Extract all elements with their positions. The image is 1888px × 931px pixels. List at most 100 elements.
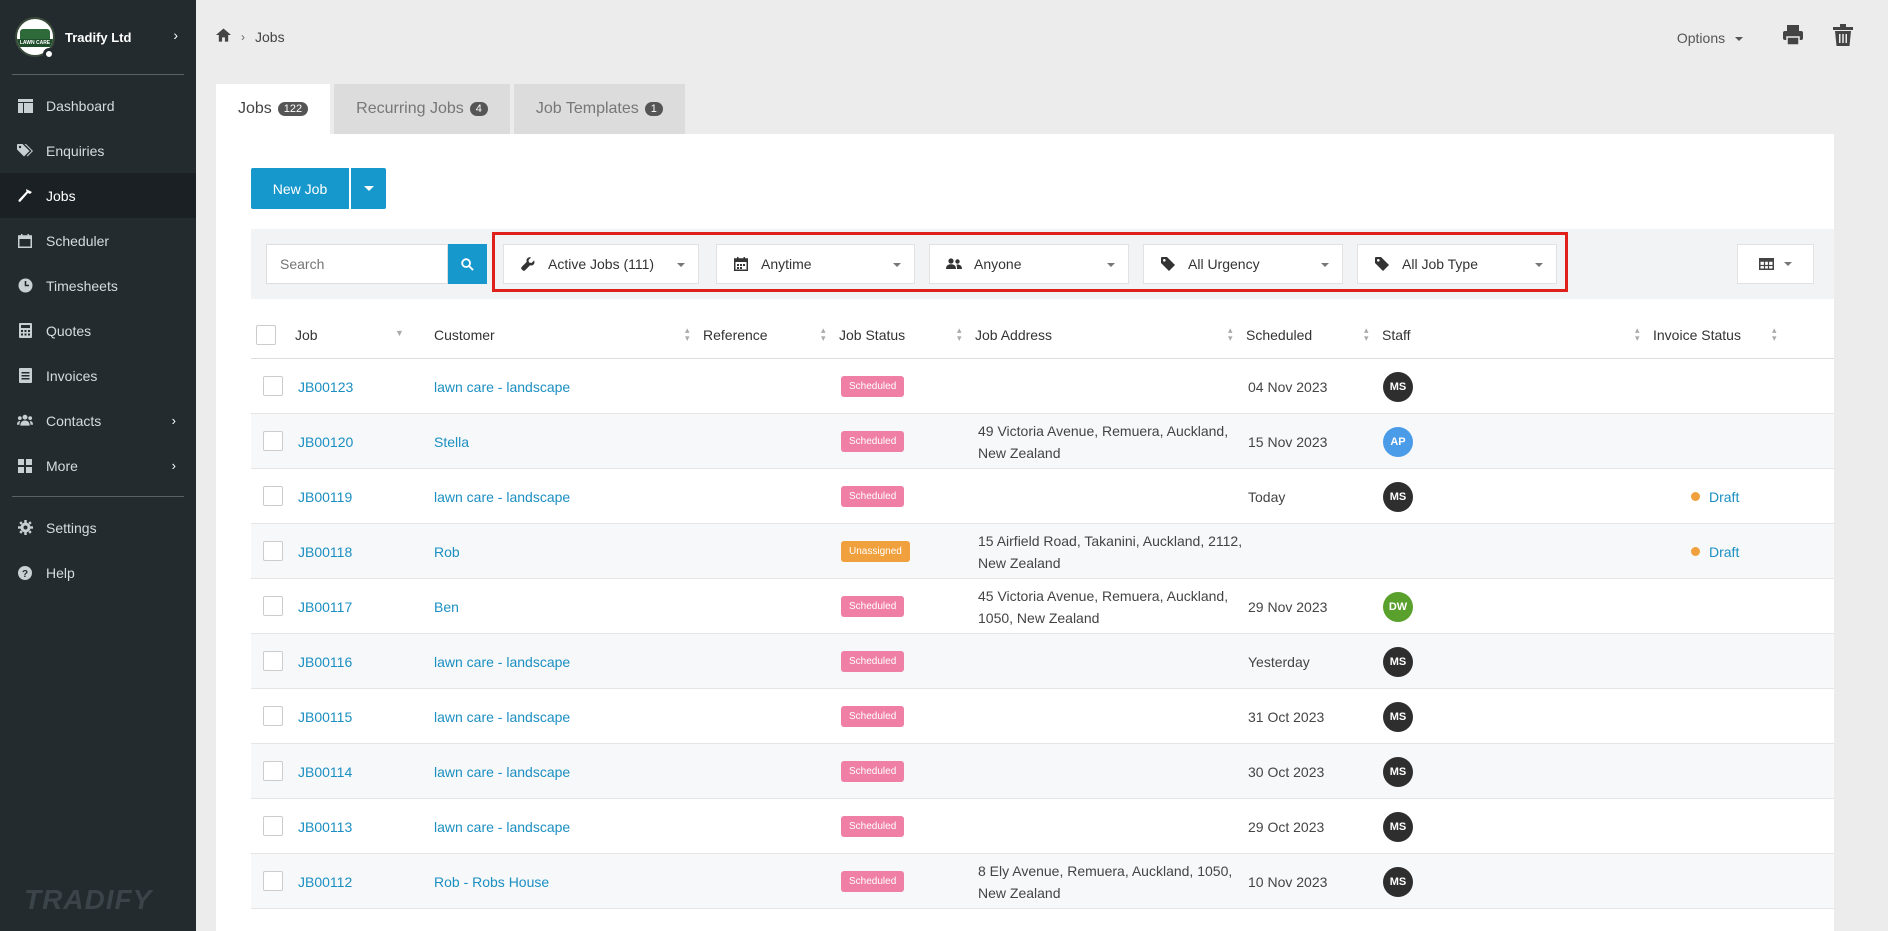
sidebar-item-help[interactable]: ? Help xyxy=(0,550,196,595)
table-row[interactable]: JB00116 lawn care - landscape Scheduled Yes… xyxy=(251,634,1834,689)
sort-icon[interactable]: ▴ ▾ xyxy=(1228,326,1233,343)
customer-link[interactable]: lawn care - landscape xyxy=(434,764,570,780)
table-row[interactable]: JB00114 lawn care - landscape Scheduled 30 … xyxy=(251,744,1834,799)
job-number-link[interactable]: JB00115 xyxy=(298,709,352,725)
sidebar-item-label: Timesheets xyxy=(46,277,118,294)
table-row[interactable]: JB00117 Ben Scheduled 45 Victoria Avenue, R… xyxy=(251,579,1834,634)
customer-link[interactable]: lawn care - landscape xyxy=(434,709,570,725)
table-row[interactable]: JB00123 lawn care - landscape Scheduled 04 … xyxy=(251,359,1834,414)
column-header-invoice-status[interactable]: Invoice Status xyxy=(1653,327,1741,343)
tab-label: Jobs xyxy=(238,100,272,117)
job-number-link[interactable]: JB00117 xyxy=(298,599,352,615)
job-number-link[interactable]: JB00118 xyxy=(298,544,352,560)
column-header-scheduled[interactable]: Scheduled xyxy=(1246,327,1312,343)
sidebar-item-dashboard[interactable]: Dashboard xyxy=(0,83,196,128)
table-row[interactable]: JB00119 lawn care - landscape Scheduled Tod… xyxy=(251,469,1834,524)
help-icon: ? xyxy=(17,565,33,581)
job-number-link[interactable]: JB00120 xyxy=(298,434,353,450)
search-input[interactable] xyxy=(266,244,448,284)
row-checkbox[interactable] xyxy=(263,706,283,726)
tab-jobs[interactable]: Jobs 122 xyxy=(216,84,331,134)
select-all-checkbox[interactable] xyxy=(256,325,276,345)
row-checkbox[interactable] xyxy=(263,596,283,616)
new-job-dropdown-button[interactable] xyxy=(351,168,386,209)
table-row[interactable]: JB00120 Stella Scheduled 49 Victoria Avenue… xyxy=(251,414,1834,469)
table-row[interactable]: JB00115 lawn care - landscape Scheduled 31 … xyxy=(251,689,1834,744)
job-number-link[interactable]: JB00116 xyxy=(298,654,352,670)
job-status-badge: Scheduled xyxy=(841,376,905,397)
sidebar-item-timesheets[interactable]: Timesheets xyxy=(0,263,196,308)
scheduled-date: 10 Nov 2023 xyxy=(1248,873,1328,890)
delete-button[interactable] xyxy=(1833,24,1853,51)
row-checkbox[interactable] xyxy=(263,816,283,836)
print-button[interactable] xyxy=(1782,24,1804,51)
job-address-line: New Zealand xyxy=(978,444,1061,461)
sort-icon[interactable]: ▴ ▾ xyxy=(1635,326,1640,343)
sidebar-item-more[interactable]: More › xyxy=(0,443,196,488)
row-checkbox[interactable] xyxy=(263,376,283,396)
customer-link[interactable]: lawn care - landscape xyxy=(434,489,570,505)
count-badge: 1 xyxy=(644,102,663,116)
job-number-link[interactable]: JB00123 xyxy=(298,379,353,395)
row-checkbox[interactable] xyxy=(263,431,283,451)
invoice-status-link[interactable]: Draft xyxy=(1709,544,1739,560)
tab-recurring-jobs[interactable]: Recurring Jobs 4 xyxy=(334,84,510,134)
sort-icon[interactable]: ▴ ▾ xyxy=(957,326,962,343)
sidebar-item-scheduler[interactable]: Scheduler xyxy=(0,218,196,263)
table-row[interactable]: JB00118 Rob Unassigned 15 Airfield Road, Ta… xyxy=(251,524,1834,579)
staff-avatar: MS xyxy=(1383,646,1413,677)
invoice-icon xyxy=(17,368,33,384)
sidebar-item-invoices[interactable]: Invoices xyxy=(0,353,196,398)
invoice-status-link[interactable]: Draft xyxy=(1709,489,1739,505)
home-icon[interactable] xyxy=(216,28,231,45)
table-row[interactable]: JB00113 lawn care - landscape Scheduled 29 … xyxy=(251,799,1834,854)
filter-bar: Active Jobs (111) Anytime Anyone All Urg… xyxy=(251,229,1834,299)
sort-icon[interactable]: ▴ ▾ xyxy=(1364,326,1369,343)
sidebar-item-enquiries[interactable]: Enquiries xyxy=(0,128,196,173)
breadcrumb: › Jobs xyxy=(216,28,285,45)
sidebar-item-settings[interactable]: Settings xyxy=(0,505,196,550)
sort-desc-icon[interactable]: ▼ xyxy=(395,329,404,338)
customer-link[interactable]: lawn care - landscape xyxy=(434,819,570,835)
hammer-icon xyxy=(17,188,33,204)
new-job-button[interactable]: New Job xyxy=(251,168,349,209)
column-header-customer[interactable]: Customer xyxy=(434,327,495,343)
row-checkbox[interactable] xyxy=(263,871,283,891)
row-checkbox[interactable] xyxy=(263,761,283,781)
customer-link[interactable]: Stella xyxy=(434,434,469,450)
count-badge: 122 xyxy=(277,102,309,116)
column-header-staff[interactable]: Staff xyxy=(1382,327,1411,343)
sidebar-item-quotes[interactable]: Quotes xyxy=(0,308,196,353)
job-address-line: 49 Victoria Avenue, Remuera, Auckland, xyxy=(978,422,1229,439)
options-dropdown[interactable]: Options xyxy=(1677,30,1743,46)
column-header-job-status[interactable]: Job Status xyxy=(839,327,905,343)
column-header-job[interactable]: Job xyxy=(295,327,318,343)
job-number-link[interactable]: JB00112 xyxy=(298,874,352,890)
job-number-link[interactable]: JB00114 xyxy=(298,764,352,780)
sort-icon[interactable]: ▴ ▾ xyxy=(821,326,826,343)
sort-icon[interactable]: ▴ ▾ xyxy=(1772,326,1777,343)
search-button[interactable] xyxy=(448,244,487,284)
staff-avatar: MS xyxy=(1383,701,1413,732)
sidebar-item-contacts[interactable]: Contacts › xyxy=(0,398,196,443)
customer-link[interactable]: Ben xyxy=(434,599,459,615)
job-number-link[interactable]: JB00113 xyxy=(298,819,352,835)
sidebar-item-jobs[interactable]: Jobs xyxy=(0,173,196,218)
brand-switcher[interactable]: LAWN CARE Tradify Ltd › xyxy=(0,0,196,74)
customer-link[interactable]: Rob - Robs House xyxy=(434,874,549,890)
column-header-reference[interactable]: Reference xyxy=(703,327,768,343)
row-checkbox[interactable] xyxy=(263,541,283,561)
job-number-link[interactable]: JB00119 xyxy=(298,489,352,505)
customer-link[interactable]: lawn care - landscape xyxy=(434,379,570,395)
sort-icon[interactable]: ▴ ▾ xyxy=(685,326,690,343)
calculator-icon xyxy=(17,323,33,339)
customer-link[interactable]: Rob xyxy=(434,544,460,560)
column-header-job-address[interactable]: Job Address xyxy=(975,327,1052,343)
column-view-button[interactable] xyxy=(1737,244,1814,284)
table-row[interactable]: JB00112 Rob - Robs House Scheduled 8 Ely Av… xyxy=(251,854,1834,909)
tab-job-templates[interactable]: Job Templates 1 xyxy=(513,84,685,134)
scheduled-date: Yesterday xyxy=(1248,653,1310,670)
row-checkbox[interactable] xyxy=(263,651,283,671)
customer-link[interactable]: lawn care - landscape xyxy=(434,654,570,670)
row-checkbox[interactable] xyxy=(263,486,283,506)
